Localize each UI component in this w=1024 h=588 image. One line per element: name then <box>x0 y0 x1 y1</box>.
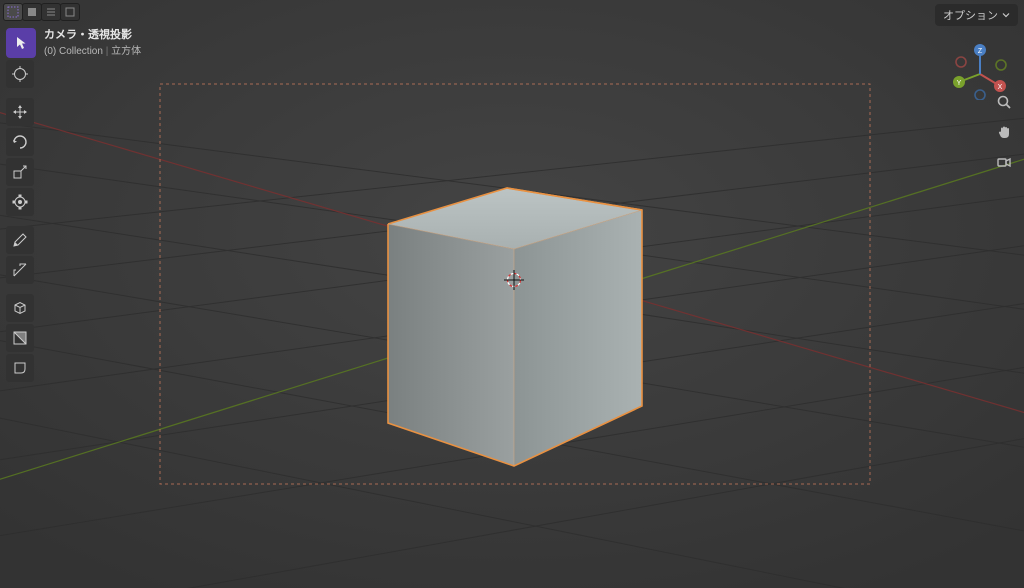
collection-name: Collection <box>59 46 103 57</box>
hand-icon <box>996 124 1012 140</box>
navigation-gizmo[interactable]: X Y Z <box>950 40 1010 100</box>
mode-object-button[interactable] <box>6 28 36 58</box>
cursor-target-icon <box>11 65 29 83</box>
view-mode-label: カメラ・透視投影 <box>44 28 141 43</box>
camera-icon <box>996 154 1012 170</box>
pencil-icon <box>11 231 29 249</box>
tool-annotate[interactable] <box>6 226 34 254</box>
move-icon <box>11 103 29 121</box>
chevron-down-icon <box>1002 11 1010 19</box>
viewport-side-buttons <box>994 92 1014 172</box>
shade-icon <box>11 329 29 347</box>
header-tab-2[interactable] <box>41 3 61 21</box>
collection-index: (0) <box>44 46 56 57</box>
options-dropdown[interactable]: オプション <box>935 4 1018 26</box>
scene-canvas <box>0 0 1024 588</box>
object-cube <box>388 188 642 466</box>
gizmo-y-label: Y <box>957 80 962 87</box>
workspace-icon <box>11 359 29 377</box>
tool-scale[interactable] <box>6 158 34 186</box>
tool-rotate[interactable] <box>6 128 34 156</box>
scale-icon <box>11 163 29 181</box>
zoom-button[interactable] <box>994 92 1014 112</box>
tool-shade[interactable] <box>6 324 34 352</box>
tool-measure[interactable] <box>6 256 34 284</box>
header-tab-3[interactable] <box>60 3 80 21</box>
options-label: オプション <box>943 7 998 23</box>
toolbar-left <box>6 60 34 382</box>
transform-icon <box>11 193 29 211</box>
info-panel: カメラ・透視投影 (0) Collection | 立方体 <box>6 28 141 59</box>
object-name: 立方体 <box>111 46 141 57</box>
tool-add-cube[interactable] <box>6 294 34 322</box>
info-text: カメラ・透視投影 (0) Collection | 立方体 <box>44 28 141 59</box>
gizmo-z-label: Z <box>978 48 983 55</box>
ruler-icon <box>11 261 29 279</box>
viewport-3d[interactable]: カメラ・透視投影 (0) Collection | 立方体 <box>0 0 1024 588</box>
camera-view-button[interactable] <box>994 152 1014 172</box>
rotate-icon <box>11 133 29 151</box>
tool-transform[interactable] <box>6 188 34 216</box>
cursor-arrow-icon <box>12 34 30 52</box>
magnifier-icon <box>996 94 1012 110</box>
tool-move[interactable] <box>6 98 34 126</box>
tool-workspace[interactable] <box>6 354 34 382</box>
pan-button[interactable] <box>994 122 1014 142</box>
header-tabs <box>3 3 79 21</box>
gizmo-x-label: X <box>998 84 1003 91</box>
header-tab-0[interactable] <box>3 3 23 21</box>
tool-cursor[interactable] <box>6 60 34 88</box>
cube-icon <box>11 299 29 317</box>
header-tab-1[interactable] <box>22 3 42 21</box>
